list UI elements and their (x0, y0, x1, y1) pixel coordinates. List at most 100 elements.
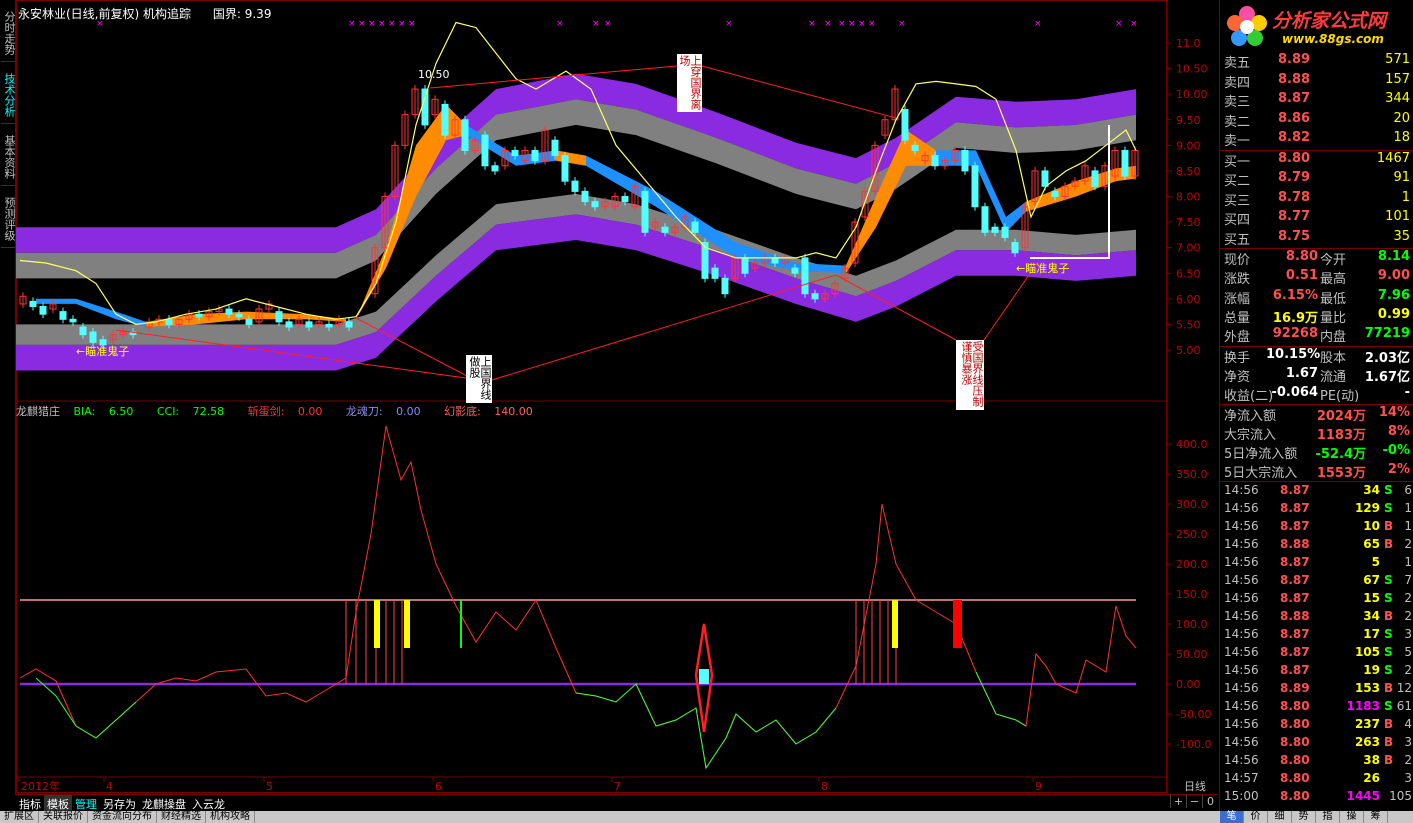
tab-intraday[interactable]: 分时走势 (1, 4, 16, 62)
quote-label: 股本 (1320, 350, 1347, 366)
tick-count: 105 (1389, 789, 1412, 804)
tick-volume: 1445 (1346, 789, 1380, 804)
bid-volume: 35 (1393, 228, 1410, 244)
chart-canvas[interactable]: × × × × × × × × × × × × × × × × × × × × × × 11.010.5010.009.5… (16, 0, 1218, 795)
kline-down-candle (89, 331, 97, 343)
tick-row[interactable]: 14:56 8.80 237 B 4 (1222, 717, 1412, 735)
flow-pct: 8% (1387, 424, 1410, 440)
tick-row[interactable]: 14:56 8.87 15 S 2 (1222, 591, 1412, 609)
tick-row[interactable]: 14:56 8.87 17 S 3 (1222, 627, 1412, 645)
zoom-controls: + − 0 (1170, 795, 1218, 808)
quote-value: 6.15% (1272, 287, 1318, 303)
indicator-pane (19, 425, 1137, 770)
price-tick-label: 7.00 (1176, 242, 1201, 255)
flow-label: 5日净流入额 (1224, 447, 1298, 463)
quote-tab[interactable]: 细 (1268, 811, 1292, 823)
quote-panel: 分析家公式网 www.88gs.com 卖五 8.89 571 卖四 8.88 157 卖三… (1219, 0, 1413, 823)
tick-price: 8.88 (1280, 609, 1310, 624)
quote-tab[interactable]: 指 (1316, 811, 1340, 823)
knife-label: 龙魂刀: (345, 405, 383, 418)
tick-count: 3 (1404, 735, 1412, 750)
tab-dragon-trade[interactable]: 龙麒操盘 (139, 795, 189, 811)
ask-price: 8.82 (1278, 130, 1311, 145)
bid-volume: 91 (1393, 170, 1410, 185)
quote-value: 16.9万 (1272, 310, 1318, 326)
tab-indicator[interactable]: 指标 (16, 795, 44, 811)
tick-side: B (1384, 681, 1394, 696)
tick-row[interactable]: 14:56 8.87 105 S 5 (1222, 645, 1412, 663)
tick-volume: 34 (1363, 483, 1380, 498)
quote-label: 现价 (1224, 253, 1251, 268)
tick-time: 14:56 (1224, 501, 1259, 516)
tick-row[interactable]: 14:56 8.87 10 B 1 (1222, 519, 1412, 537)
indicator-header: 龙麒猎庄 BIA: 6.50 CCI: 72.58 斩蛋剑: 0.00 龙魂刀:… (16, 403, 553, 419)
kline-down-candle (1001, 226, 1009, 238)
price-axis: 11.0 10.50 10.00 9.50 9.00 8.50 8.00 7.50 7.00 6.… (1167, 37, 1208, 357)
bid-label: 买一 (1224, 154, 1251, 170)
ind-tick-label: -50.00 (1176, 708, 1211, 721)
status-extend[interactable]: 扩展区 (0, 811, 39, 823)
tab-technical[interactable]: 技术分析 (1, 66, 16, 124)
bid-volume: 101 (1385, 209, 1410, 224)
quote-label: 量比 (1320, 310, 1347, 326)
quote-tab[interactable]: 操 (1340, 811, 1364, 823)
tick-side: B (1384, 735, 1394, 750)
quote-value: 1.67亿 (1364, 369, 1410, 385)
tick-volume: 38 (1363, 753, 1380, 768)
tab-rating[interactable]: 预测评级 (1, 190, 16, 248)
quote-label: 今开 (1320, 253, 1347, 268)
status-institution-tips[interactable]: 机构攻略 (206, 811, 255, 823)
tick-row[interactable]: 14:56 8.80 38 B 2 (1222, 753, 1412, 771)
tick-row[interactable]: 14:56 8.87 129 S 1 (1222, 501, 1412, 519)
kline-down-candle (641, 190, 649, 233)
tick-row[interactable]: 14:56 8.87 34 S 6 (1222, 483, 1412, 501)
tick-row[interactable]: 14:56 8.88 34 B 2 (1222, 609, 1412, 627)
indicator-name: 龙麒猎庄 (16, 405, 60, 418)
tick-price: 8.87 (1280, 663, 1310, 678)
tick-row[interactable]: 14:56 8.80 1183 S 61 (1222, 699, 1412, 717)
tab-cloud-dragon[interactable]: 入云龙 (189, 795, 228, 811)
kline-down-candle (481, 134, 489, 167)
status-fund-flow[interactable]: 资金流向分布 (88, 811, 157, 823)
flow-pct: -0% (1382, 443, 1410, 459)
ask-row: 卖四 8.88 157 (1222, 72, 1412, 91)
x-marker: × (556, 19, 564, 29)
tick-row[interactable]: 14:56 8.80 263 B 3 (1222, 735, 1412, 753)
high-price-label: 10.50 (418, 68, 450, 81)
ask-volume: 157 (1385, 71, 1410, 87)
quote-tab[interactable]: 势 (1292, 811, 1316, 823)
kline-down-candle (981, 206, 989, 233)
quote-tab[interactable]: 笔 (1220, 811, 1244, 823)
zoom-reset-button[interactable]: 0 (1202, 795, 1218, 808)
stock-title: 永安林业(日线,前复权) (18, 7, 140, 21)
zoom-out-button[interactable]: − (1186, 795, 1202, 808)
tick-row[interactable]: 14:56 8.87 5 1 (1222, 555, 1412, 573)
tick-row[interactable]: 14:57 8.80 26 3 (1222, 771, 1412, 789)
cci-label: CCI: (156, 405, 180, 418)
quote-tab[interactable]: 筹 (1364, 811, 1388, 823)
quote-tab[interactable]: 价 (1244, 811, 1268, 823)
tab-template[interactable]: 模板 (44, 795, 72, 811)
kline-down-candle (931, 155, 939, 167)
tick-row[interactable]: 14:56 8.87 67 S 7 (1222, 573, 1412, 591)
x-marker: × (808, 19, 816, 29)
quote-label: 最低 (1320, 291, 1347, 307)
status-finance-picks[interactable]: 财经精选 (157, 811, 206, 823)
chart-area[interactable]: × × × × × × × × × × × × × × × × × × × × × × 11.0 10.50 10.00 9.5… (16, 0, 1218, 795)
zoom-in-button[interactable]: + (1170, 795, 1186, 808)
status-related-quote[interactable]: 关联报价 (39, 811, 88, 823)
tab-save-as[interactable]: 另存为 (100, 795, 139, 811)
tick-row[interactable]: 14:56 8.88 65 B 2 (1222, 537, 1412, 555)
tick-row[interactable]: 14:56 8.87 19 S 2 (1222, 663, 1412, 681)
tab-manage[interactable]: 管理 (72, 795, 100, 811)
bid-price: 8.80 (1278, 150, 1311, 166)
tick-row[interactable]: 15:00 8.80 1445 105 (1222, 789, 1412, 807)
tick-side: B (1384, 609, 1394, 624)
price-tick-label: 10.00 (1176, 88, 1208, 101)
kline-down-candle (59, 311, 67, 320)
quote-value: 9.00 (1377, 268, 1410, 284)
left-tab-bar: 分时走势 技术分析 基本资料 预测评级 (0, 0, 16, 795)
tick-time: 14:56 (1224, 573, 1259, 588)
tab-fundamentals[interactable]: 基本资料 (1, 128, 16, 186)
tick-row[interactable]: 14:56 8.89 153 B 12 (1222, 681, 1412, 699)
